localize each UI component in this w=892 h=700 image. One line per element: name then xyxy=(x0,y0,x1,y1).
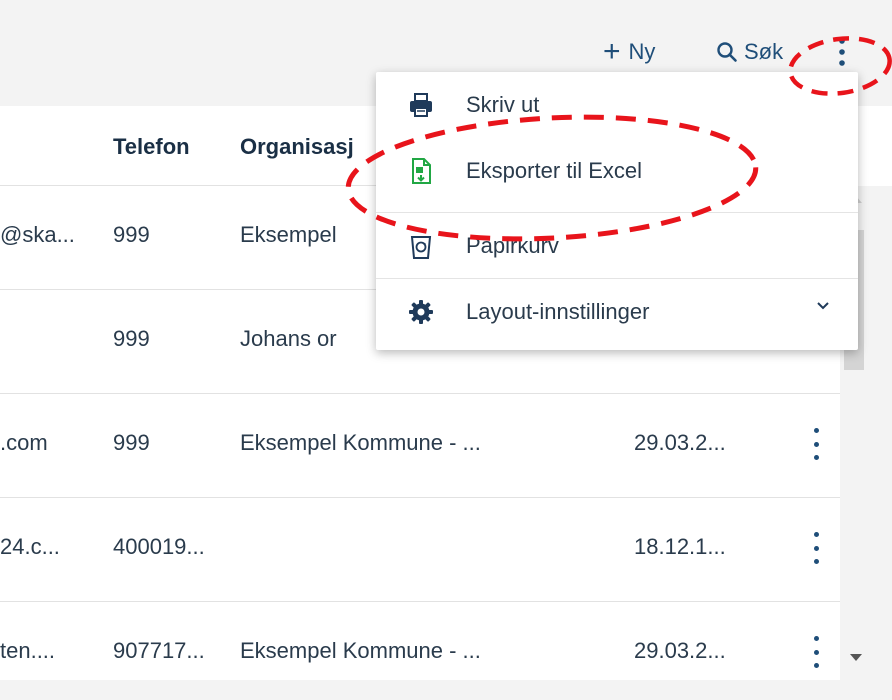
cell-phone: 999 xyxy=(113,326,150,351)
cell-organization: Eksempel xyxy=(240,222,337,247)
column-header-phone[interactable]: Telefon xyxy=(113,134,190,160)
column-header-organization[interactable]: Organisasj xyxy=(240,134,354,160)
row-more-button[interactable] xyxy=(806,632,826,672)
cell-date: 29.03.2... xyxy=(634,638,726,663)
menu-item-export-excel[interactable]: Eksporter til Excel xyxy=(376,138,858,204)
new-button-label: Ny xyxy=(628,39,656,64)
cell-phone: 907717... xyxy=(113,638,205,663)
grid-footer xyxy=(0,680,840,700)
cell-email: .com xyxy=(0,430,48,455)
table-row[interactable]: 24.c... 400019... 18.12.1... xyxy=(0,498,840,602)
recycle-bin-icon xyxy=(376,233,466,259)
cell-phone: 999 xyxy=(113,430,150,455)
menu-item-layout-settings[interactable]: Layout-innstillinger xyxy=(376,278,858,344)
cell-phone: 999 xyxy=(113,222,150,247)
scroll-down-icon[interactable] xyxy=(850,654,862,661)
cell-organization: Johans or xyxy=(240,326,337,351)
search-icon xyxy=(717,42,737,62)
menu-item-print[interactable]: Skriv ut xyxy=(376,72,858,138)
cell-date: 18.12.1... xyxy=(634,534,726,559)
search-button[interactable]: Søk xyxy=(716,32,783,72)
search-button-label: Søk xyxy=(744,39,784,64)
menu-item-print-label: Skriv ut xyxy=(466,92,540,117)
cell-email: @ska... xyxy=(0,222,75,247)
cell-phone: 400019... xyxy=(113,534,205,559)
cell-organization: Eksempel Kommune - ... xyxy=(240,430,481,455)
menu-item-recycle-bin[interactable]: Papirkurv xyxy=(376,212,858,278)
chevron-down-icon[interactable] xyxy=(816,301,830,311)
gear-icon xyxy=(376,299,466,325)
plus-icon: + xyxy=(603,35,621,68)
row-more-button[interactable] xyxy=(806,528,826,568)
cell-email: 24.c... xyxy=(0,534,60,559)
menu-item-export-excel-label: Eksporter til Excel xyxy=(466,158,643,183)
row-more-button[interactable] xyxy=(806,424,826,464)
cell-email: ten.... xyxy=(0,638,56,663)
more-options-button[interactable] xyxy=(830,32,854,72)
more-vertical-icon xyxy=(839,38,845,66)
new-button[interactable]: + Ny xyxy=(603,32,655,72)
menu-item-layout-settings-label: Layout-innstillinger xyxy=(466,298,650,324)
more-options-menu: Skriv ut Eksporter til Excel Papirkurv L… xyxy=(376,72,858,350)
table-row[interactable]: .com 999 Eksempel Kommune - ... 29.03.2.… xyxy=(0,394,840,498)
cell-date: 29.03.2... xyxy=(634,430,726,455)
menu-item-recycle-bin-label: Papirkurv xyxy=(466,232,559,258)
excel-export-icon xyxy=(376,158,466,184)
printer-icon xyxy=(376,92,466,118)
cell-organization: Eksempel Kommune - ... xyxy=(240,638,481,663)
